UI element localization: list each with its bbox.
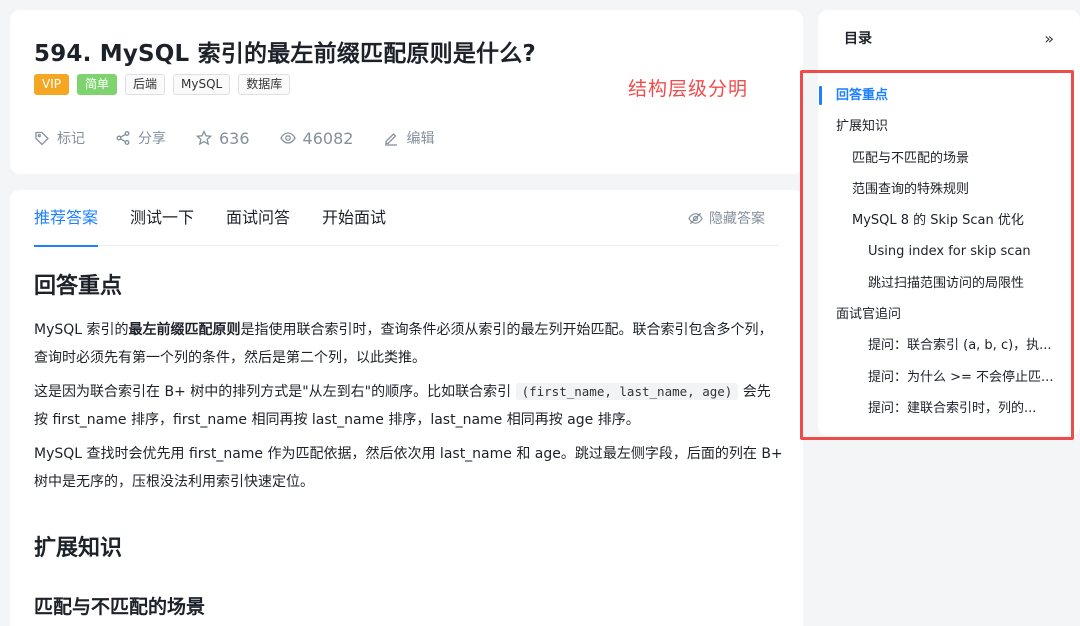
tab-recommended-answer[interactable]: 推荐答案	[34, 206, 99, 247]
answer-tabs: 推荐答案 测试一下 面试问答 开始面试 隐藏答案	[34, 206, 779, 247]
tag-vip[interactable]: VIP	[34, 74, 69, 95]
section-answer-key-points: 回答重点	[34, 274, 123, 299]
hide-answer-label: 隐藏答案	[709, 211, 765, 227]
edit-button[interactable]: 编辑	[383, 128, 434, 148]
toc-item[interactable]: 提问：建联合索引时，列的...	[818, 393, 1068, 424]
star-button[interactable]: 636	[196, 129, 250, 148]
paragraph-1: MySQL 索引的最左前缀匹配原则是指使用联合索引时，查询条件必须从索引的最左列…	[34, 322, 773, 366]
paragraph-2: 这是因为联合索引在 B+ 树中的排列方式是"从左到右"的顺序。比如联合索引 (f…	[34, 383, 771, 428]
annotation-text: 结构层级分明	[628, 78, 749, 100]
toc-item[interactable]: 范围查询的特殊规则	[818, 174, 1068, 205]
answer-content: 回答重点 MySQL 索引的最左前缀匹配原则是指使用联合索引时，查询条件必须从索…	[34, 268, 784, 619]
toc-item[interactable]: 提问：为什么 >= 不会停止匹...	[818, 362, 1068, 393]
share-button[interactable]: 分享	[115, 128, 166, 148]
toc-item[interactable]: 提问：联合索引 (a, b, c)，执...	[818, 330, 1068, 361]
tab-interview-qa[interactable]: 面试问答	[226, 206, 290, 246]
toc-item[interactable]: 匹配与不匹配的场景	[818, 143, 1068, 174]
emphasis-text: 最左前缀匹配原则	[128, 322, 241, 338]
toc-item[interactable]: Using index for skip scan	[818, 236, 1068, 267]
share-icon	[116, 131, 130, 145]
tab-test[interactable]: 测试一下	[130, 206, 194, 246]
edit-label: 编辑	[406, 131, 435, 147]
pencil-icon	[385, 133, 398, 146]
eye-off-icon	[688, 212, 703, 224]
toc-item[interactable]: 跳过扫描范围访问的局限性	[818, 268, 1068, 299]
toc-header: 目录 »	[844, 28, 1054, 48]
bookmark-button[interactable]: 标记	[34, 128, 85, 148]
section-extended-knowledge: 扩展知识	[34, 536, 123, 561]
tag-difficulty[interactable]: 简单	[76, 74, 117, 95]
toc-item[interactable]: 扩展知识	[818, 111, 1068, 142]
toc-item[interactable]: 面试官追问	[818, 299, 1068, 330]
star-count: 636	[219, 128, 250, 148]
bookmark-label: 标记	[57, 131, 85, 147]
page-title: 594. MySQL 索引的最左前缀匹配原则是什么?	[34, 41, 536, 67]
view-count: 46082	[279, 128, 354, 148]
tag-mysql[interactable]: MySQL	[173, 74, 231, 95]
inline-code: (first_name, last_name, age)	[515, 383, 739, 400]
share-label: 分享	[138, 131, 166, 147]
tag-backend[interactable]: 后端	[125, 74, 166, 95]
action-bar: 标记 分享 636 46082 编辑	[34, 128, 464, 148]
tag-list: VIP 简单 后端 MySQL 数据库	[34, 74, 291, 95]
subsection-match-scenarios: 匹配与不匹配的场景	[34, 596, 206, 618]
toc-item[interactable]: MySQL 8 的 Skip Scan 优化	[818, 205, 1068, 236]
tab-start-interview[interactable]: 开始面试	[322, 206, 386, 246]
eye-icon	[279, 132, 296, 144]
tag-database[interactable]: 数据库	[238, 74, 291, 95]
toc-list: 回答重点 扩展知识 匹配与不匹配的场景 范围查询的特殊规则 MySQL 8 的 Skip…	[818, 80, 1068, 424]
hide-answer-button[interactable]: 隐藏答案	[688, 208, 765, 228]
collapse-toc-icon[interactable]: »	[1044, 29, 1054, 48]
toc-item[interactable]: 回答重点	[818, 80, 1068, 111]
answer-panel: 推荐答案 测试一下 面试问答 开始面试 隐藏答案 回答重点 MySQL 索引的最…	[10, 190, 803, 626]
star-icon	[196, 130, 212, 146]
paragraph-3: MySQL 查找时会优先用 first_name 作为匹配依据，然后依次用 la…	[34, 446, 783, 490]
tag-icon	[35, 131, 49, 146]
toc-title: 目录	[844, 31, 872, 47]
view-count-value: 46082	[302, 128, 354, 148]
